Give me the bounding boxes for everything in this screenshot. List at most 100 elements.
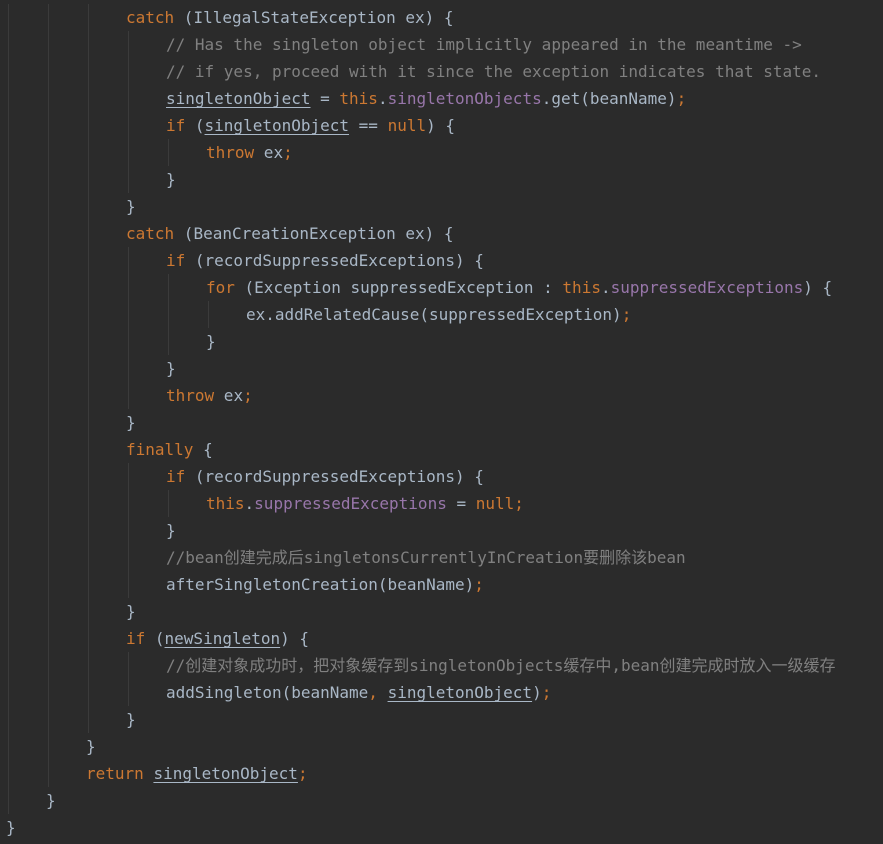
code-token: //创建对象成功时，把对象缓存到singletonObjects缓存中,bean… <box>166 656 836 675</box>
code-line: } <box>126 193 136 220</box>
code-token: ex <box>254 143 284 162</box>
code-token: . <box>377 89 388 108</box>
indent-guide <box>208 301 209 328</box>
code-token: suppressedExceptions <box>254 494 447 513</box>
code-token: } <box>6 818 16 837</box>
code-token: ) { <box>803 278 833 297</box>
code-token: singletonObject <box>153 764 298 783</box>
code-token: ( <box>145 629 165 648</box>
code-line: addSingleton(beanName, singletonObject); <box>166 679 551 706</box>
code-token: ) <box>532 683 542 702</box>
indent-guide <box>8 4 9 814</box>
code-token: ex.addRelatedCause(suppressedException) <box>246 305 622 324</box>
code-token: { <box>193 440 213 459</box>
code-token: ; <box>474 575 484 594</box>
code-token: newSingleton <box>164 629 281 648</box>
code-token: } <box>126 710 136 729</box>
code-token: (recordSuppressedExceptions) { <box>185 251 484 270</box>
code-token: , <box>368 683 388 702</box>
code-token: throw <box>206 143 255 162</box>
code-line: if (recordSuppressedExceptions) { <box>166 463 484 490</box>
code-token: // Has the singleton object implicitly a… <box>166 35 802 54</box>
code-token: // if yes, proceed with it since the exc… <box>166 62 822 81</box>
code-token: null; <box>475 494 524 513</box>
code-line: // if yes, proceed with it since the exc… <box>166 58 821 85</box>
code-token: ; <box>621 305 632 324</box>
code-token: } <box>126 197 136 216</box>
code-line: for (Exception suppressedException : thi… <box>206 274 832 301</box>
code-token: afterSingletonCreation(beanName) <box>166 575 475 594</box>
code-token: (IllegalStateException ex) { <box>174 8 454 27</box>
code-token: singletonObjects <box>387 89 542 108</box>
code-token: singletonObject <box>166 89 311 108</box>
code-token: .get(beanName) <box>541 89 677 108</box>
indent-guide <box>48 4 49 787</box>
code-line: if (recordSuppressedExceptions) { <box>166 247 484 274</box>
code-token: singletonObject <box>204 116 350 135</box>
code-token: return <box>86 764 144 783</box>
code-token: } <box>166 359 176 378</box>
code-line: } <box>86 733 96 760</box>
code-line: throw ex; <box>166 382 253 409</box>
code-token: if <box>126 629 146 648</box>
code-token: ; <box>297 764 308 783</box>
code-token: ) { <box>426 116 455 135</box>
code-line: return singletonObject; <box>86 760 308 787</box>
code-line: // Has the singleton object implicitly a… <box>166 31 802 58</box>
indent-guide <box>128 247 129 409</box>
code-line: } <box>126 598 136 625</box>
code-token: this <box>339 89 378 108</box>
code-line: } <box>126 706 136 733</box>
code-editor[interactable]: catch (IllegalStateException ex) { // Has… <box>0 0 883 844</box>
code-line: } <box>166 517 176 544</box>
code-line: throw ex; <box>206 139 293 166</box>
code-token: } <box>86 737 96 756</box>
code-token: throw <box>166 386 215 405</box>
indent-guide <box>168 274 169 355</box>
code-line: catch (IllegalStateException ex) { <box>126 4 454 31</box>
code-token: catch <box>126 8 175 27</box>
code-token: } <box>126 413 136 432</box>
code-token: ; <box>676 89 687 108</box>
code-token: } <box>126 602 136 621</box>
indent-guide <box>128 463 129 598</box>
code-token: if <box>166 467 186 486</box>
indent-guide <box>128 31 129 193</box>
code-token: . <box>244 494 255 513</box>
code-line: if (newSingleton) { <box>126 625 309 652</box>
code-token: if <box>166 116 186 135</box>
code-token: ; <box>283 143 293 162</box>
code-token: ex <box>214 386 244 405</box>
code-token: } <box>46 791 56 810</box>
code-token: (BeanCreationException ex) { <box>174 224 454 243</box>
code-token: } <box>166 521 176 540</box>
code-line: if (singletonObject == null) { <box>166 112 455 139</box>
code-token: (Exception suppressedException : <box>234 278 563 297</box>
code-token: this <box>206 494 245 513</box>
code-line: ex.addRelatedCause(suppressedException); <box>246 301 631 328</box>
code-token: singletonObject <box>387 683 533 702</box>
code-token: //bean创建完成后singletonsCurrentlyInCreation… <box>166 548 686 567</box>
code-line: } <box>166 166 176 193</box>
code-line: finally { <box>126 436 213 463</box>
code-line: catch (BeanCreationException ex) { <box>126 220 454 247</box>
code-token: (recordSuppressedExceptions) { <box>185 467 484 486</box>
code-line: this.suppressedExceptions = null; <box>206 490 524 517</box>
code-token: ) { <box>280 629 310 648</box>
code-line: } <box>206 328 216 355</box>
indent-guide <box>88 4 89 733</box>
indent-guide <box>168 139 169 166</box>
code-token: if <box>166 251 186 270</box>
code-token: = <box>446 494 476 513</box>
code-token: ( <box>185 116 205 135</box>
code-token: ; <box>541 683 552 702</box>
code-token: = <box>310 89 340 108</box>
code-token: this <box>562 278 601 297</box>
code-token: } <box>206 332 216 351</box>
code-line: afterSingletonCreation(beanName); <box>166 571 484 598</box>
code-line: //创建对象成功时，把对象缓存到singletonObjects缓存中,bean… <box>166 652 836 679</box>
code-line: } <box>6 814 16 841</box>
code-token: catch <box>126 224 175 243</box>
indent-guide <box>168 490 169 517</box>
